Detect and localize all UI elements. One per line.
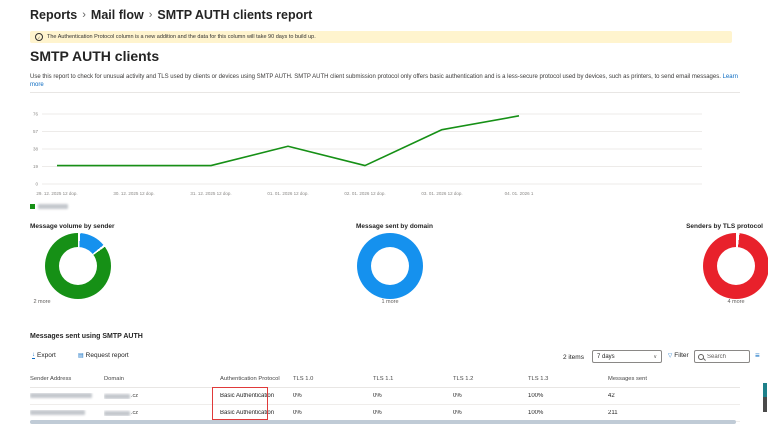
breadcrumb-separator: ›	[82, 9, 86, 21]
x-axis-tick-label: 30. 12. 2025 12 dop.	[113, 191, 154, 196]
search-box	[694, 350, 750, 363]
export-button[interactable]: ↓ Export	[32, 352, 56, 359]
breadcrumb-mail-flow[interactable]: Mail flow	[91, 8, 144, 22]
request-report-button[interactable]: ▤ Request report	[78, 352, 129, 359]
col-header-tls-1-1[interactable]: TLS 1.1	[373, 376, 453, 382]
vertical-scrollbar-thumb[interactable]	[763, 397, 767, 412]
donut-more-label-tls[interactable]: 4 more	[703, 299, 768, 305]
table-row[interactable]: .cz Basic Authentication 0% 0% 0% 100% 4…	[30, 388, 740, 405]
x-axis-tick-label: 29. 12. 2025 12 dop.	[36, 191, 77, 196]
chart-legend-item[interactable]	[30, 204, 68, 209]
domain-suffix: .cz	[131, 410, 138, 416]
items-count: 2 items	[563, 354, 584, 361]
vertical-scrollbar-segment[interactable]	[763, 383, 767, 397]
export-label: Export	[37, 352, 56, 359]
line-chart: 0 19 38 57 76 29. 12. 2025 12 dop. 30. 12. 202…	[30, 96, 740, 202]
tls12-cell: 0%	[453, 393, 528, 399]
sender-address-redacted	[30, 393, 104, 400]
donut-chart-senders-by-tls-protocol[interactable]	[703, 233, 768, 299]
chevron-down-icon: ∨	[653, 354, 657, 360]
period-dropdown[interactable]: 7 days ∨	[592, 350, 662, 363]
search-icon	[698, 354, 704, 360]
tls11-cell: 0%	[373, 410, 453, 416]
filter-label: Filter	[674, 352, 688, 359]
info-icon: i	[35, 33, 43, 41]
donut-chart-message-sent-by-domain[interactable]	[357, 233, 423, 299]
col-header-authentication-protocol[interactable]: Authentication Protocol	[220, 376, 293, 382]
domain-cell: .cz	[104, 393, 220, 399]
x-axis-tick-label: 01. 01. 2026 12 dop.	[267, 191, 308, 196]
x-axis-tick-label: 03. 01. 2026 12 dop.	[421, 191, 462, 196]
horizontal-scrollbar[interactable]	[30, 420, 736, 424]
y-axis-tick-label: 76	[33, 112, 39, 117]
sender-address-redacted	[30, 410, 104, 417]
col-header-sender-address[interactable]: Sender Address	[30, 376, 104, 382]
table-section-title: Messages sent using SMTP AUTH	[30, 333, 143, 340]
breadcrumb-reports[interactable]: Reports	[30, 8, 77, 22]
y-axis-tick-label: 19	[33, 164, 39, 169]
table-header-row: Sender Address Domain Authentication Pro…	[30, 371, 740, 388]
breadcrumb-separator: ›	[149, 9, 153, 21]
y-axis-tick-label: 0	[35, 182, 38, 187]
info-banner-text: The Authentication Protocol column is a …	[47, 34, 316, 40]
tls10-cell: 0%	[293, 410, 373, 416]
line-series	[57, 116, 519, 166]
messages-sent-cell: 42	[608, 393, 740, 399]
col-header-domain[interactable]: Domain	[104, 376, 220, 382]
messages-sent-cell: 211	[608, 410, 740, 416]
x-axis-tick-label: 04. 01. 2026 1	[505, 191, 534, 196]
tls10-cell: 0%	[293, 393, 373, 399]
y-axis-tick-label: 38	[33, 147, 39, 152]
x-axis-tick-label: 31. 12. 2025 12 dop.	[190, 191, 231, 196]
filter-button[interactable]: ▽ Filter	[668, 352, 689, 359]
filter-icon: ▽	[668, 353, 672, 359]
export-icon: ↓	[32, 352, 35, 359]
info-banner: i The Authentication Protocol column is …	[30, 31, 732, 43]
col-header-tls-1-3[interactable]: TLS 1.3	[528, 376, 608, 382]
tls13-cell: 100%	[528, 410, 608, 416]
col-header-tls-1-2[interactable]: TLS 1.2	[453, 376, 528, 382]
section-divider	[30, 92, 740, 93]
breadcrumb-current-page: SMTP AUTH clients report	[157, 8, 312, 22]
col-header-tls-1-0[interactable]: TLS 1.0	[293, 376, 373, 382]
tls13-cell: 100%	[528, 393, 608, 399]
page-title: SMTP AUTH clients	[30, 48, 159, 64]
page-description: Use this report to check for unusual act…	[30, 73, 742, 89]
donut-more-label-sender[interactable]: 2 more	[27, 299, 57, 305]
request-report-icon: ▤	[78, 353, 84, 359]
donut-chart-message-volume-by-sender[interactable]	[45, 233, 111, 299]
search-input[interactable]	[707, 354, 746, 360]
donut-title-message-volume-by-sender: Message volume by sender	[30, 223, 115, 230]
x-axis-tick-label: 02. 01. 2026 12 dop.	[344, 191, 385, 196]
legend-swatch	[30, 204, 35, 209]
period-dropdown-value: 7 days	[597, 354, 615, 360]
donut-title-message-sent-by-domain: Message sent by domain	[356, 223, 433, 230]
auth-protocol-cell: Basic Authentication	[220, 410, 293, 416]
request-report-label: Request report	[86, 352, 129, 359]
legend-label-redacted	[38, 204, 68, 209]
domain-cell: .cz	[104, 410, 220, 416]
breadcrumb: Reports › Mail flow › SMTP AUTH clients …	[30, 8, 312, 22]
smtp-auth-table: Sender Address Domain Authentication Pro…	[30, 371, 740, 422]
domain-suffix: .cz	[131, 393, 138, 399]
donut-more-label-domain[interactable]: 1 more	[357, 299, 423, 305]
page-description-text: Use this report to check for unusual act…	[30, 74, 721, 80]
y-axis-tick-label: 57	[33, 129, 39, 134]
tls12-cell: 0%	[453, 410, 528, 416]
auth-protocol-cell: Basic Authentication	[220, 393, 293, 399]
customize-columns-icon[interactable]: ≡	[755, 352, 760, 360]
donut-title-senders-by-tls-protocol: Senders by TLS protocol	[645, 223, 763, 230]
tls11-cell: 0%	[373, 393, 453, 399]
col-header-messages-sent[interactable]: Messages sent	[608, 376, 740, 382]
